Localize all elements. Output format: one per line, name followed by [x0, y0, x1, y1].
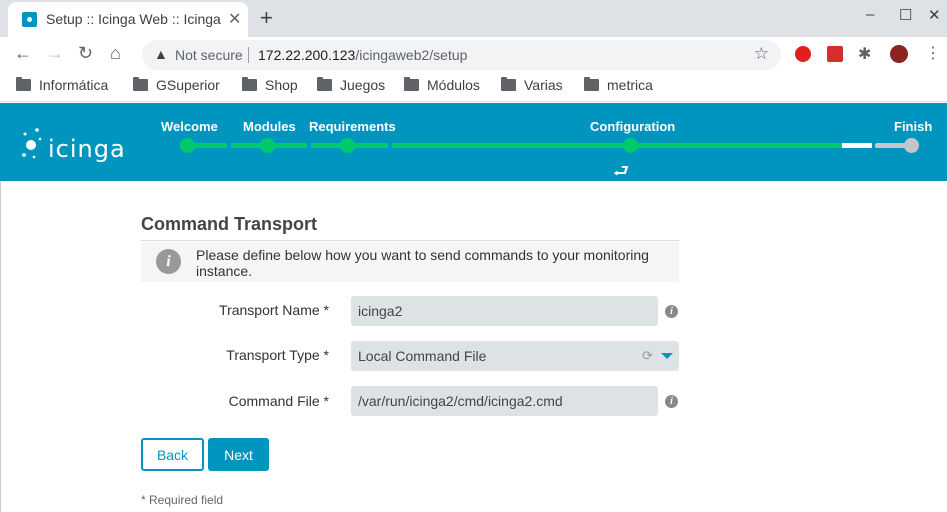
progress-dot-requirements: [340, 138, 355, 153]
bookmark-star-icon[interactable]: ☆: [754, 44, 769, 64]
step-modules: Modules: [243, 119, 296, 134]
autosubmit-reload-icon: ⟳: [642, 348, 653, 363]
bookmark-label: metrica: [607, 77, 653, 93]
bookmarks-bar: Informática GSuperior Shop Juegos Módulo…: [0, 72, 947, 102]
folder-icon: [16, 77, 31, 91]
setup-wizard-header: icinga Welcome Modules Requirements Conf…: [0, 103, 947, 181]
content-border: [0, 181, 1, 512]
folder-icon: [404, 77, 419, 91]
bookmark-varias[interactable]: Varias: [501, 77, 563, 97]
folder-icon: [242, 77, 257, 91]
browser-tabstrip: Setup :: Icinga Web :: Icinga ✕ + – ☐ ✕: [0, 0, 947, 37]
icinga-favicon-icon: [22, 12, 37, 27]
step-finish: Finish: [894, 119, 933, 134]
bookmark-gsuperior[interactable]: GSuperior: [133, 77, 220, 97]
info-text: Please define below how you want to send…: [196, 247, 649, 279]
return-arrow-icon: ⮐: [613, 161, 630, 181]
warning-icon[interactable]: ▲: [154, 46, 168, 62]
transport-name-input[interactable]: icinga2: [351, 296, 658, 326]
transport-name-label: Transport Name *: [219, 302, 329, 318]
bookmark-modulos[interactable]: Módulos: [404, 77, 480, 97]
extensions-puzzle-icon[interactable]: ✱: [858, 44, 871, 64]
forward-arrow-icon[interactable]: →: [46, 43, 64, 64]
progress-current-marker: [842, 143, 872, 148]
url-host: 172.22.200.123: [258, 47, 356, 63]
step-configuration: Configuration: [590, 119, 676, 134]
bookmark-label: GSuperior: [156, 77, 220, 93]
command-file-label: Command File *: [228, 393, 329, 409]
url-path: /icingaweb2/setup: [355, 47, 468, 63]
step-requirements: Requirements: [309, 119, 396, 134]
folder-icon: [584, 77, 599, 91]
chevron-down-icon[interactable]: [661, 353, 673, 359]
profile-avatar[interactable]: [890, 45, 908, 63]
progress-dot-finish: [904, 138, 919, 153]
transport-type-label: Transport Type *: [226, 347, 329, 363]
folder-icon: [133, 77, 148, 91]
bookmark-juegos[interactable]: Juegos: [317, 77, 385, 97]
bookmark-label: Informática: [39, 77, 109, 93]
command-file-input[interactable]: /var/run/icinga2/cmd/icinga2.cmd: [351, 386, 658, 416]
minimize-icon[interactable]: –: [866, 6, 874, 23]
step-welcome: Welcome: [161, 119, 218, 134]
url-text[interactable]: 172.22.200.123/icingaweb2/setup: [258, 47, 467, 63]
required-field-note: * Required field: [141, 493, 224, 507]
logo-text: icinga: [48, 135, 126, 163]
omnibox-divider: [248, 47, 249, 63]
bookmark-shop[interactable]: Shop: [242, 77, 298, 97]
icinga-logo-icon: [22, 128, 42, 159]
maximize-icon[interactable]: ☐: [899, 6, 912, 24]
command-file-help-icon[interactable]: i: [665, 395, 678, 408]
transport-name-help-icon[interactable]: i: [665, 305, 678, 318]
bookmark-label: Módulos: [427, 77, 480, 93]
pdf-extension-icon[interactable]: [827, 46, 843, 62]
icinga-logo: icinga: [22, 125, 132, 167]
bookmark-label: Shop: [265, 77, 298, 93]
bookmark-metrica[interactable]: metrica: [584, 77, 653, 97]
progress-dot-configuration: [623, 138, 638, 153]
adblock-extension-icon[interactable]: [795, 46, 811, 62]
folder-icon: [317, 77, 332, 91]
form-title: Command Transport: [141, 214, 679, 241]
reload-icon[interactable]: ↻: [78, 43, 93, 64]
info-icon: i: [156, 249, 181, 274]
back-button[interactable]: Back: [141, 438, 204, 471]
info-box: i Please define below how you want to se…: [141, 242, 679, 282]
progress-dot-welcome: [180, 138, 195, 153]
bookmark-label: Varias: [524, 77, 563, 93]
home-icon[interactable]: ⌂: [110, 43, 121, 64]
window-close-icon[interactable]: ✕: [928, 6, 941, 24]
progress-segment-configuration: [392, 143, 842, 148]
back-arrow-icon[interactable]: ←: [14, 43, 32, 64]
address-bar[interactable]: ▲ Not secure 172.22.200.123/icingaweb2/s…: [142, 40, 781, 70]
bookmark-label: Juegos: [340, 77, 386, 93]
transport-type-value: Local Command File: [358, 348, 487, 364]
not-secure-label[interactable]: Not secure: [175, 47, 243, 63]
tab-title: Setup :: Icinga Web :: Icinga: [46, 11, 221, 27]
bookmark-informatica[interactable]: Informática: [16, 77, 108, 97]
browser-tab[interactable]: Setup :: Icinga Web :: Icinga ✕: [8, 2, 248, 37]
browser-toolbar: ← → ↻ ⌂ ▲ Not secure 172.22.200.123/icin…: [0, 37, 947, 72]
folder-icon: [501, 77, 516, 91]
close-tab-icon[interactable]: ✕: [228, 9, 241, 29]
transport-type-select[interactable]: Local Command File ⟳: [351, 341, 679, 371]
new-tab-icon[interactable]: +: [260, 5, 273, 31]
next-button[interactable]: Next: [208, 438, 269, 471]
progress-dot-modules: [260, 138, 275, 153]
browser-menu-icon[interactable]: ⋮: [925, 43, 941, 63]
